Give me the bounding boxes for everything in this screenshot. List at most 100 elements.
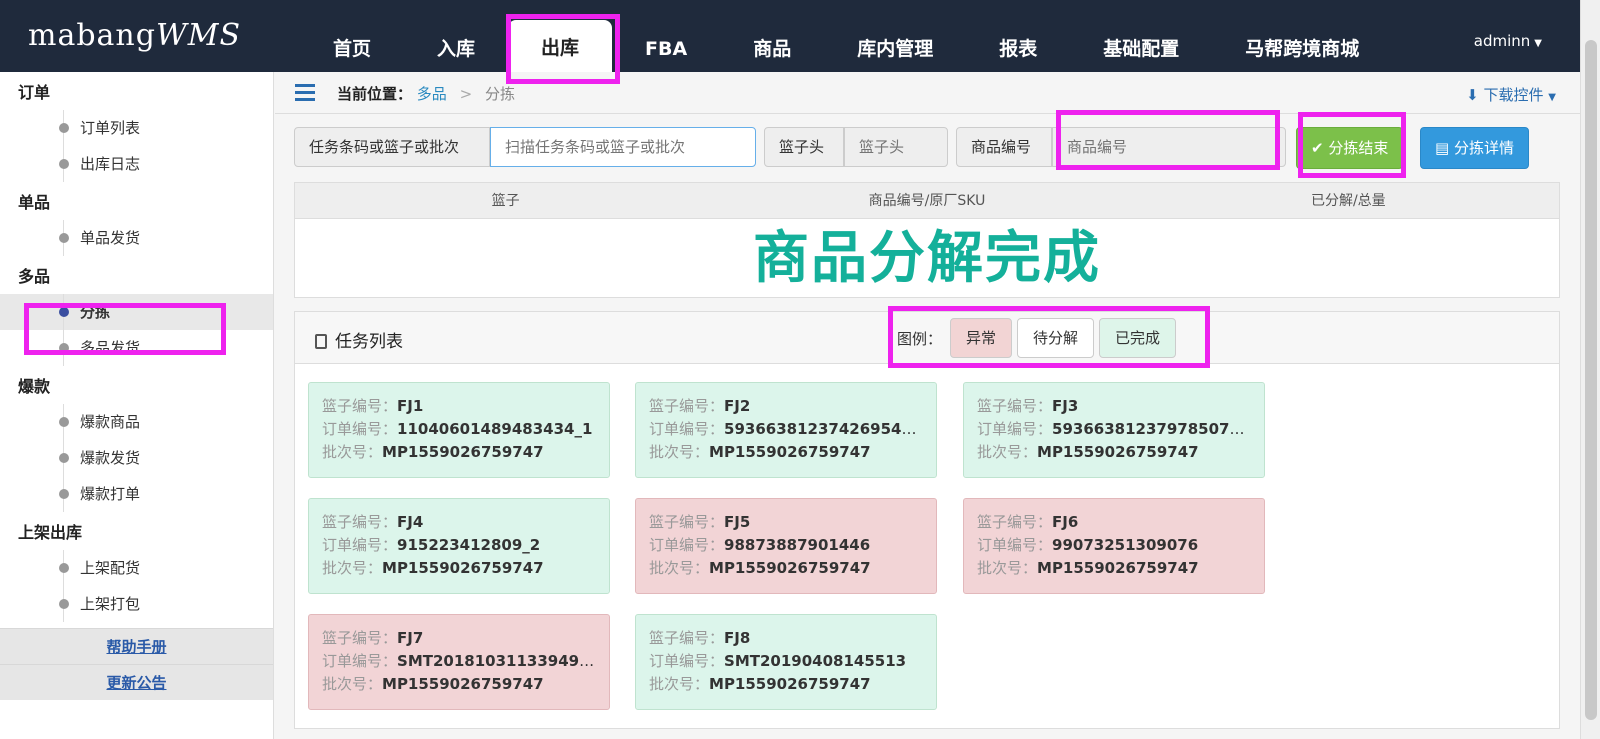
task-card-order: 订单编号：5936638123742695414… — [649, 420, 923, 438]
update-notice-link[interactable]: 更新公告 — [0, 664, 273, 700]
menu-toggle-icon[interactable] — [295, 84, 315, 102]
bullet-icon — [59, 453, 69, 463]
nav-inbound[interactable]: 入库 — [404, 0, 508, 72]
task-card-order: 订单编号：98873887901446 — [649, 536, 871, 554]
sidebar-group-multi: 多品 — [18, 267, 51, 286]
task-card-basket: 篮子编号：FJ3 — [977, 397, 1079, 415]
task-card-batch: 批次号：MP1559026759747 — [977, 443, 1199, 461]
clipboard-icon: ▤ — [1435, 139, 1450, 157]
bullet-icon — [59, 563, 69, 573]
task-card-batch: 批次号：MP1559026759747 — [322, 443, 544, 461]
sorting-detail-button[interactable]: ▤ 分拣详情 — [1420, 127, 1529, 169]
nav-goods[interactable]: 商品 — [720, 0, 824, 72]
task-card-batch: 批次号：MP1559026759747 — [649, 443, 871, 461]
task-card-batch: 批次号：MP1559026759747 — [322, 675, 544, 693]
task-card-order: 订单编号：5936638123797850791… — [977, 420, 1251, 438]
sidebar-item-hot-ship[interactable]: 爆款发货 — [0, 440, 273, 476]
page-scrollbar[interactable] — [1580, 0, 1600, 739]
task-list-title: 任务列表 — [315, 327, 403, 352]
task-card[interactable]: 篮子编号：FJ2 订单编号：5936638123742695414… 批次号：MP1… — [635, 382, 937, 478]
sidebar-item-single-ship[interactable]: 单品发货 — [0, 220, 273, 256]
task-card[interactable]: 篮子编号：FJ7 订单编号：SMT20181031133949_12 批次号：MP1… — [308, 614, 610, 710]
nav-home[interactable]: 首页 — [300, 0, 404, 72]
task-list-header: 任务列表 图例： 异常 待分解 已完成 — [295, 312, 1559, 364]
task-card-basket: 篮子编号：FJ6 — [977, 513, 1079, 531]
legend: 图例： 异常 待分解 已完成 — [897, 318, 1181, 358]
task-card-order: 订单编号：99073251309076 — [977, 536, 1199, 554]
task-card-order: 订单编号：SMT20181031133949_12 — [322, 652, 596, 670]
basket-head-label: 篮子头 — [764, 127, 844, 167]
nav-warehouse[interactable]: 库内管理 — [824, 0, 966, 72]
task-card-basket: 篮子编号：FJ1 — [322, 397, 424, 415]
task-barcode-label: 任务条码或篮子或批次 — [294, 127, 490, 167]
help-manual-link[interactable]: 帮助手册 — [0, 628, 273, 664]
task-card-basket: 篮子编号：FJ5 — [649, 513, 751, 531]
sidebar-item-hot-goods[interactable]: 爆款商品 — [0, 404, 273, 440]
task-card-basket: 篮子编号：FJ7 — [322, 629, 424, 647]
clipboard-icon — [315, 334, 327, 349]
nav-reports[interactable]: 报表 — [966, 0, 1070, 72]
task-card[interactable]: 篮子编号：FJ4 订单编号：915223412809_2 批次号：MP1559026… — [308, 498, 610, 594]
sidebar: 订单 订单列表 出库日志 单品 单品发货 多品 分拣 多品发货 爆款 爆款商品 … — [0, 72, 274, 739]
bullet-icon — [59, 489, 69, 499]
task-card-batch: 批次号：MP1559026759747 — [977, 559, 1199, 577]
nav-mall[interactable]: 马帮跨境商城 — [1212, 0, 1392, 72]
scrollbar-thumb[interactable] — [1585, 40, 1597, 720]
sidebar-group-shelf: 上架出库 — [18, 523, 83, 542]
sidebar-group-orders: 订单 — [18, 83, 51, 102]
task-card[interactable]: 篮子编号：FJ8 订单编号：SMT20190408145513 批次号：MP1559… — [635, 614, 937, 710]
sidebar-item-outbound-log[interactable]: 出库日志 — [0, 146, 273, 182]
bullet-icon — [59, 417, 69, 427]
breadcrumb-current: 分拣 — [484, 85, 515, 103]
task-card-order: 订单编号：11040601489483434_1 — [322, 420, 593, 438]
sidebar-group-single: 单品 — [18, 193, 51, 212]
download-plugin-button[interactable]: ⬇ 下载控件 ▼ — [1466, 84, 1556, 105]
bullet-icon — [59, 233, 69, 243]
task-card-basket: 篮子编号：FJ4 — [322, 513, 424, 531]
user-menu[interactable]: adminn ▼ — [1474, 32, 1542, 50]
finish-sorting-button[interactable]: ✔ 分拣结束 — [1296, 127, 1404, 169]
sidebar-item-order-list[interactable]: 订单列表 — [0, 110, 273, 146]
nav-fba[interactable]: FBA — [612, 0, 720, 72]
nav-outbound[interactable]: 出库 — [508, 20, 613, 72]
nav-config[interactable]: 基础配置 — [1070, 0, 1212, 72]
task-card-order: 订单编号：SMT20190408145513 — [649, 652, 907, 670]
bullet-icon — [59, 343, 69, 353]
task-card-basket: 篮子编号：FJ2 — [649, 397, 751, 415]
download-icon: ⬇ — [1466, 86, 1479, 104]
sku-input[interactable] — [1052, 127, 1286, 167]
legend-done: 已完成 — [1099, 318, 1177, 358]
check-icon: ✔ — [1311, 139, 1324, 157]
main-nav: 首页 入库 出库 FBA 商品 库内管理 报表 基础配置 马帮跨境商城 — [300, 0, 1392, 72]
task-barcode-input[interactable] — [490, 127, 756, 167]
task-card-batch: 批次号：MP1559026759747 — [322, 559, 544, 577]
breadcrumb-parent[interactable]: 多品 — [417, 85, 447, 103]
app-logo[interactable]: mabangWMS — [28, 18, 241, 53]
bullet-icon — [59, 307, 69, 317]
basket-head-input[interactable] — [844, 127, 948, 167]
sidebar-item-shelf-pick[interactable]: 上架配货 — [0, 550, 273, 586]
sku-table-panel: 篮子 商品编号/原厂SKU 已分解/总量 商品分解完成 — [294, 182, 1560, 298]
task-card-basket: 篮子编号：FJ8 — [649, 629, 751, 647]
legend-pending: 待分解 — [1017, 318, 1095, 358]
breadcrumb-separator: > — [459, 85, 473, 103]
task-card-order: 订单编号：915223412809_2 — [322, 536, 541, 554]
task-card[interactable]: 篮子编号：FJ3 订单编号：5936638123797850791… 批次号：MP1… — [963, 382, 1265, 478]
bullet-icon — [59, 123, 69, 133]
legend-abnormal: 异常 — [950, 318, 1013, 358]
sidebar-item-sorting[interactable]: 分拣 — [0, 294, 273, 330]
bullet-icon — [59, 599, 69, 609]
task-card[interactable]: 篮子编号：FJ5 订单编号：98873887901446 批次号：MP1559026… — [635, 498, 937, 594]
top-navbar: mabangWMS 首页 入库 出库 FBA 商品 库内管理 报表 基础配置 马… — [0, 0, 1600, 72]
sidebar-item-multi-ship[interactable]: 多品发货 — [0, 330, 273, 366]
task-card-batch: 批次号：MP1559026759747 — [649, 559, 871, 577]
task-card-batch: 批次号：MP1559026759747 — [649, 675, 871, 693]
sidebar-item-shelf-pack[interactable]: 上架打包 — [0, 586, 273, 622]
task-card[interactable]: 篮子编号：FJ6 订单编号：99073251309076 批次号：MP1559026… — [963, 498, 1265, 594]
breadcrumb-bar: 当前位置： 多品 > 分拣 ⬇ 下载控件 ▼ — [275, 72, 1580, 114]
completion-message: 商品分解完成 — [753, 226, 1101, 291]
task-card[interactable]: 篮子编号：FJ1 订单编号：11040601489483434_1 批次号：MP15… — [308, 382, 610, 478]
breadcrumb: 当前位置： 多品 > 分拣 — [337, 85, 515, 103]
sidebar-item-hot-print[interactable]: 爆款打单 — [0, 476, 273, 512]
sidebar-group-hot: 爆款 — [18, 377, 51, 396]
